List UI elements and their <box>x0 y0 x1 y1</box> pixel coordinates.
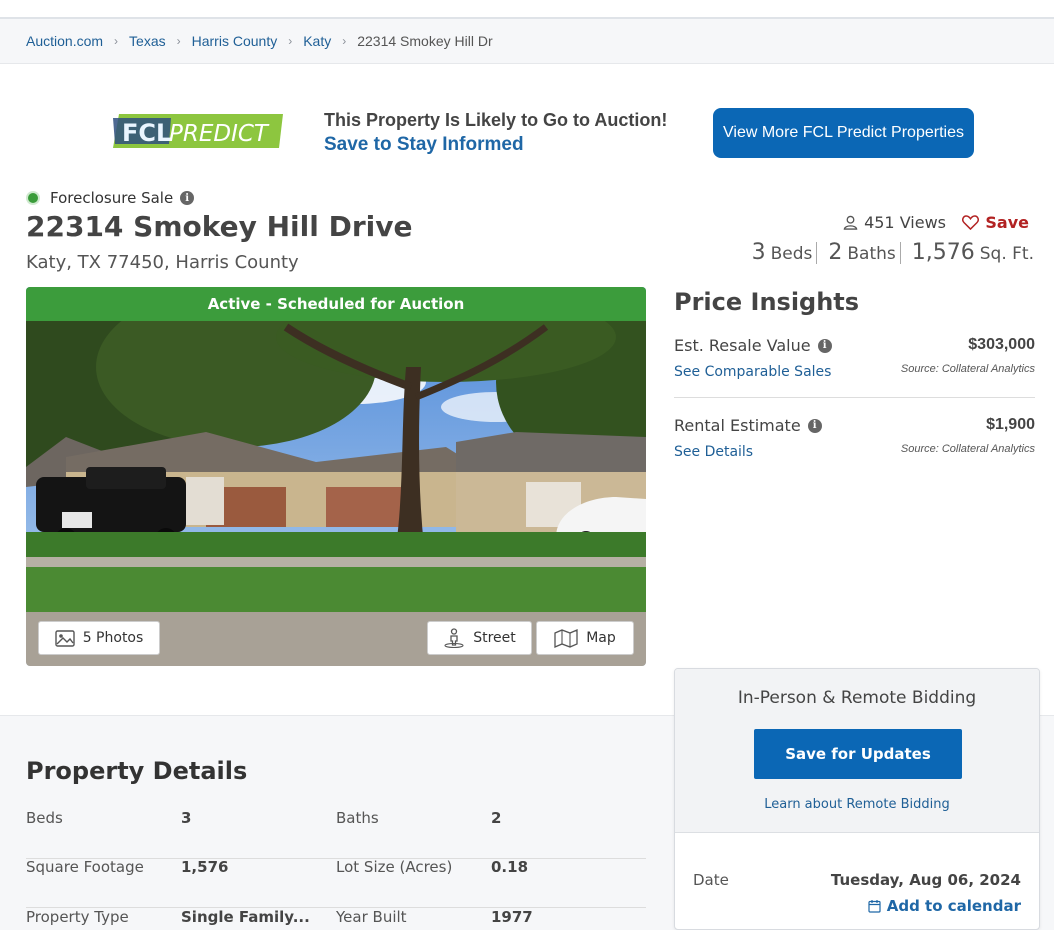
logo-text-predict: PREDICT <box>169 121 270 147</box>
info-icon[interactable]: i <box>180 191 195 205</box>
save-label: Save <box>985 213 1029 232</box>
user-icon <box>843 215 858 230</box>
fcl-predict-banner: FCL PREDICT This Property Is Likely to G… <box>0 108 1054 160</box>
sqft-label: Sq. Ft. <box>979 244 1034 264</box>
calendar-icon <box>868 900 881 913</box>
resale-value-row: Est. Resale Value i See Comparable Sales… <box>674 336 1035 380</box>
rental-label-text: Rental Estimate <box>674 416 801 435</box>
promo-title: This Property Is Likely to Go to Auction… <box>324 110 668 130</box>
sale-type: Foreclosure Sale i <box>26 189 195 207</box>
detail-value: 1,576 <box>181 858 229 876</box>
detail-value: 1977 <box>491 908 533 926</box>
breadcrumb-current: 22314 Smokey Hill Dr <box>357 33 493 49</box>
property-address: 22314 Smokey Hill Drive <box>26 210 413 243</box>
view-count: 451 Views <box>843 213 946 232</box>
beds-value: 3 <box>751 240 766 265</box>
rental-source: Source: Collateral Analytics <box>900 443 1035 455</box>
auction-date: Tuesday, Aug 06, 2024 <box>830 871 1021 889</box>
baths-label: Baths <box>847 244 896 264</box>
breadcrumb-link-city[interactable]: Katy <box>303 33 331 49</box>
detail-key: Baths <box>336 809 379 827</box>
heart-icon <box>962 215 980 230</box>
chevron-right-icon: › <box>288 34 293 48</box>
divider <box>674 397 1035 398</box>
divider <box>816 241 818 264</box>
detail-key: Beds <box>26 809 63 827</box>
fcl-predict-logo: FCL PREDICT <box>113 114 283 148</box>
detail-value: Single Family... <box>181 908 310 926</box>
resale-value: $303,000 <box>968 336 1035 353</box>
photos-label: 5 Photos <box>82 630 144 646</box>
rental-estimate-row: Rental Estimate i See Details $1,900 Sou… <box>674 416 1035 460</box>
property-details-title: Property Details <box>26 757 248 785</box>
breadcrumb-link-state[interactable]: Texas <box>129 33 166 49</box>
info-icon[interactable]: i <box>817 338 832 353</box>
detail-value: 2 <box>491 809 502 827</box>
property-specs: 3 Beds 2 Baths 1,576 Sq. Ft. <box>752 240 1034 265</box>
detail-key: Year Built <box>336 908 407 926</box>
detail-key: Property Type <box>26 908 129 926</box>
rental-label: Rental Estimate i <box>674 416 1035 435</box>
map-button[interactable]: Map <box>536 621 634 655</box>
property-photo[interactable]: Active - Scheduled for Auction 5 Photos … <box>26 287 646 666</box>
beds-label: Beds <box>770 244 813 264</box>
price-insights-title: Price Insights <box>674 288 860 316</box>
chevron-right-icon: › <box>342 34 347 48</box>
add-to-calendar-link[interactable]: Add to calendar <box>868 897 1021 915</box>
chevron-right-icon: › <box>176 34 181 48</box>
detail-key: Square Footage <box>26 858 144 876</box>
property-city-line: Katy, TX 77450, Harris County <box>26 252 299 273</box>
map-label: Map <box>586 630 616 646</box>
date-label: Date <box>693 871 729 889</box>
photos-button[interactable]: 5 Photos <box>38 621 160 655</box>
breadcrumb-link-home[interactable]: Auction.com <box>26 33 103 49</box>
save-for-updates-button[interactable]: Save for Updates <box>754 729 962 779</box>
info-icon[interactable]: i <box>807 418 822 433</box>
street-label: Street <box>473 630 516 646</box>
auction-status-banner: Active - Scheduled for Auction <box>26 287 646 321</box>
image-icon <box>55 629 75 647</box>
remote-bidding-link[interactable]: Learn about Remote Bidding <box>675 797 1039 812</box>
logo-text-fcl: FCL <box>122 119 171 147</box>
divider <box>899 241 901 264</box>
save-button[interactable]: Save <box>962 213 1029 232</box>
detail-value: 0.18 <box>491 858 529 876</box>
chevron-right-icon: › <box>114 34 119 48</box>
street-view-button[interactable]: Street <box>427 621 532 655</box>
street-view-icon <box>444 628 464 648</box>
table-row: Property Type Single Family... Year Buil… <box>26 908 646 930</box>
top-bar <box>0 0 1054 19</box>
bidding-card: In-Person & Remote Bidding Save for Upda… <box>674 668 1040 930</box>
baths-value: 2 <box>828 240 843 265</box>
detail-key: Lot Size (Acres) <box>336 858 453 876</box>
view-count-label: 451 Views <box>864 213 946 232</box>
resale-source: Source: Collateral Analytics <box>900 363 1035 375</box>
bidding-title: In-Person & Remote Bidding <box>737 688 977 708</box>
detail-value: 3 <box>181 809 192 827</box>
rental-value: $1,900 <box>986 416 1035 433</box>
promo-text: This Property Is Likely to Go to Auction… <box>324 110 667 156</box>
breadcrumb-link-county[interactable]: Harris County <box>192 33 278 49</box>
breadcrumb: Auction.com › Texas › Harris County › Ka… <box>0 19 1054 64</box>
resale-label-text: Est. Resale Value <box>674 336 811 355</box>
house-photo-image <box>26 287 646 666</box>
view-fcl-predict-button[interactable]: View More FCL Predict Properties <box>713 108 974 158</box>
sale-type-label: Foreclosure Sale <box>50 189 174 207</box>
bidding-card-header: In-Person & Remote Bidding Save for Upda… <box>675 669 1039 833</box>
map-icon <box>554 628 578 648</box>
sqft-value: 1,576 <box>911 240 975 265</box>
table-row: Square Footage 1,576 Lot Size (Acres) 0.… <box>26 858 646 908</box>
table-row: Beds 3 Baths 2 <box>26 809 646 859</box>
promo-subtitle: Save to Stay Informed <box>324 134 524 155</box>
status-dot-icon <box>26 191 40 205</box>
add-to-calendar-label: Add to calendar <box>886 897 1021 915</box>
